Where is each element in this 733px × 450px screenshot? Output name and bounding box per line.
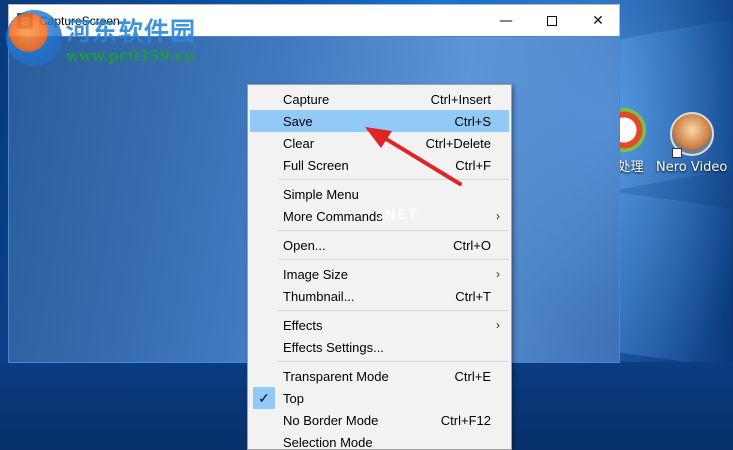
menu-item-label: Top — [283, 390, 304, 406]
checkmark-icon: ✓ — [253, 387, 275, 409]
menu-item-label: More Commands — [283, 208, 383, 224]
menu-item-label: Full Screen — [283, 157, 349, 173]
watermark-url: www.pc0359.cn — [66, 47, 196, 65]
menu-item-label: Effects — [283, 317, 323, 333]
menu-item-shortcut: Ctrl+F12 — [440, 412, 491, 428]
menu-item-shortcut: Ctrl+S — [454, 113, 491, 129]
menu-item-shortcut: Ctrl+Insert — [430, 91, 491, 107]
shortcut-arrow-icon — [672, 148, 682, 158]
menu-item-label: Open... — [283, 237, 326, 253]
menu-separator — [278, 310, 509, 311]
menu-item-open[interactable]: Open... Ctrl+O — [250, 234, 509, 256]
maximize-icon — [547, 15, 557, 26]
menu-item-label: Simple Menu — [283, 186, 359, 202]
desktop-icon-label: Nero Video — [656, 160, 728, 175]
menu-item-label: Effects Settings... — [283, 339, 384, 355]
menu-item-label: Clear — [283, 135, 315, 151]
menu-item-save[interactable]: Save Ctrl+S — [250, 110, 509, 132]
menu-item-shortcut: Ctrl+T — [455, 288, 491, 304]
menu-item-clear[interactable]: Clear Ctrl+Delete — [250, 132, 509, 154]
submenu-arrow-icon: › — [496, 209, 500, 223]
menu-item-shortcut: Ctrl+E — [454, 368, 491, 384]
context-menu: Capture Ctrl+Insert Save Ctrl+S Clear Ct… — [247, 84, 512, 450]
wallpaper-light-pane-lower — [612, 191, 732, 369]
menu-item-simple-menu[interactable]: Simple Menu — [250, 183, 509, 205]
menu-item-label: Thumbnail... — [283, 288, 355, 304]
menu-item-no-border-mode[interactable]: No Border Mode Ctrl+F12 — [250, 409, 509, 431]
submenu-arrow-icon: › — [496, 318, 500, 332]
menu-item-shortcut: Ctrl+F — [455, 157, 491, 173]
menu-item-label: Save — [283, 113, 313, 129]
menu-item-effects-settings[interactable]: Effects Settings... — [250, 336, 509, 358]
menu-separator — [278, 179, 509, 180]
close-button[interactable]: ✕ — [575, 5, 621, 36]
submenu-arrow-icon: › — [496, 267, 500, 281]
menu-item-label: Capture — [283, 91, 330, 107]
menu-item-label: No Border Mode — [283, 412, 379, 428]
menu-item-capture[interactable]: Capture Ctrl+Insert — [250, 88, 509, 110]
menu-item-label: Selection Mode — [283, 434, 373, 450]
minimize-icon: — — [499, 12, 513, 29]
watermark-overlay-text: .NET — [378, 207, 419, 223]
watermark-site-name: 河东软件园 — [66, 17, 197, 46]
menu-item-full-screen[interactable]: Full Screen Ctrl+F — [250, 154, 509, 176]
menu-separator — [278, 230, 509, 231]
menu-item-shortcut: Ctrl+Delete — [425, 135, 491, 151]
menu-item-effects[interactable]: Effects › — [250, 314, 509, 336]
menu-separator — [278, 259, 509, 260]
menu-item-selection-mode[interactable]: Selection Mode — [250, 431, 509, 450]
minimize-button[interactable]: — — [483, 5, 529, 36]
desktop-icon-nero-video[interactable]: Nero Video — [656, 112, 727, 175]
menu-item-thumbnail[interactable]: Thumbnail... Ctrl+T — [250, 285, 509, 307]
menu-separator — [278, 361, 509, 362]
close-icon: ✕ — [592, 12, 604, 29]
menu-item-label: Transparent Mode — [283, 368, 389, 384]
menu-item-shortcut: Ctrl+O — [453, 237, 491, 253]
maximize-button[interactable] — [529, 5, 575, 36]
watermark-logo — [6, 10, 62, 66]
menu-item-label: Image Size — [283, 266, 349, 282]
menu-item-image-size[interactable]: Image Size › — [250, 263, 509, 285]
menu-item-top[interactable]: ✓ Top — [250, 387, 509, 409]
menu-item-transparent-mode[interactable]: Transparent Mode Ctrl+E — [250, 365, 509, 387]
